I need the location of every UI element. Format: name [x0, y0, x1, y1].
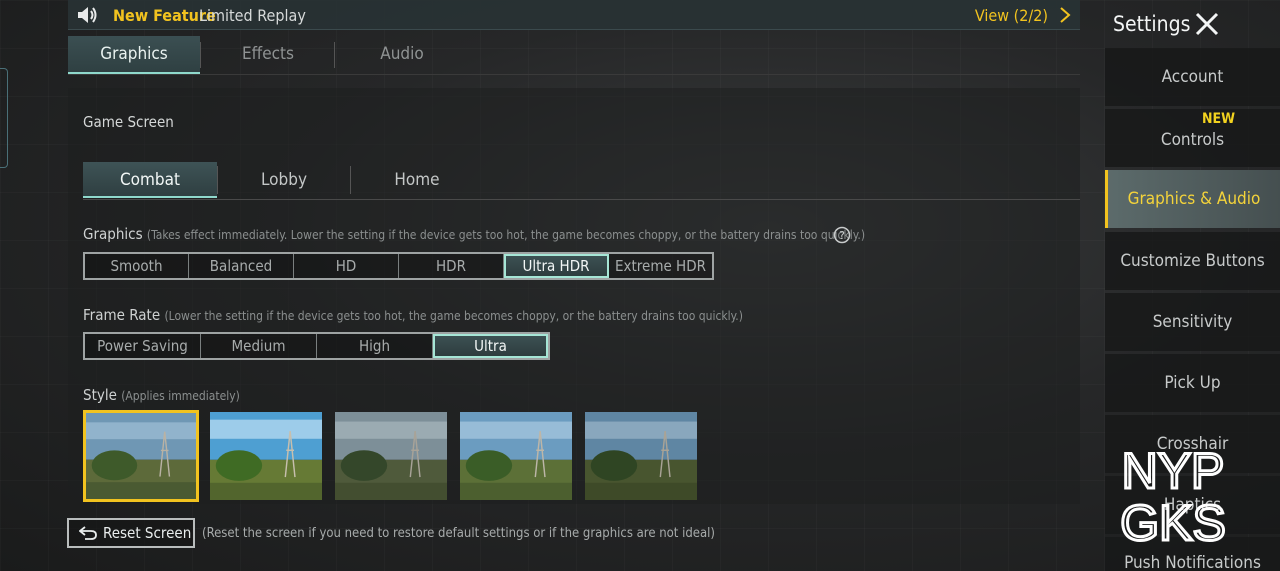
frame-rate-option-ultra[interactable]: Ultra — [433, 334, 548, 358]
sidebar-item-controls[interactable]: Controls — [1105, 109, 1280, 167]
style-hint: (Applies immediately) — [121, 389, 240, 403]
announcement-view-link[interactable]: View (2/2) — [975, 6, 1048, 25]
new-badge: NEW — [1202, 111, 1236, 127]
announcement-bar[interactable]: New Feature Limited Replay View (2/2) — [68, 0, 1080, 30]
sub-tab-combat[interactable]: Combat — [83, 162, 217, 198]
sidebar-item-account[interactable]: Account — [1105, 48, 1280, 106]
style-thumbnail-image — [585, 412, 697, 500]
style-thumbnail-image — [460, 412, 572, 500]
chevron-right-icon[interactable] — [1058, 6, 1072, 24]
sidebar-item-graphics-audio[interactable]: Graphics & Audio — [1105, 170, 1280, 228]
graphics-option-extreme-hdr[interactable]: Extreme HDR — [609, 254, 712, 278]
frame-rate-hint: (Lower the setting if the device gets to… — [164, 309, 743, 323]
frame-rate-option-power-saving[interactable]: Power Saving — [85, 334, 201, 358]
speaker-icon — [78, 7, 97, 23]
style-thumbnail[interactable] — [458, 410, 574, 502]
style-label-text: Style — [83, 386, 117, 404]
style-thumbnail[interactable] — [583, 410, 699, 502]
style-thumbnail-image — [86, 413, 196, 499]
sub-tab-lobby[interactable]: Lobby — [217, 162, 351, 198]
reset-screen-label: Reset Screen — [103, 524, 192, 542]
watermark-line-2: GKS — [1120, 495, 1226, 545]
frame-rate-label-text: Frame Rate — [83, 306, 161, 324]
frame-rate-option-high[interactable]: High — [317, 334, 433, 358]
style-thumbnail[interactable] — [333, 410, 449, 502]
frame-rate-selector: Power Saving Medium High Ultra — [83, 332, 550, 360]
svg-text:?: ? — [839, 229, 845, 242]
announcement-message: Limited Replay — [199, 6, 306, 25]
reset-hint: (Reset the screen if you need to restore… — [202, 526, 715, 541]
left-edge-handle[interactable] — [0, 68, 8, 168]
settings-title: Settings — [1113, 12, 1191, 36]
tab-separator — [334, 42, 335, 68]
graphics-quality-selector: Smooth Balanced HD HDR Ultra HDR Extreme… — [83, 252, 714, 280]
graphics-option-smooth[interactable]: Smooth — [85, 254, 189, 278]
help-icon[interactable]: ? — [833, 226, 851, 244]
screen-sub-tabs: Combat Lobby Home — [83, 162, 1080, 200]
graphics-option-balanced[interactable]: Balanced — [189, 254, 294, 278]
graphics-hint: (Takes effect immediately. Lower the set… — [146, 228, 866, 242]
sub-tab-home[interactable]: Home — [350, 162, 484, 198]
graphics-option-ultra-hdr[interactable]: Ultra HDR — [504, 254, 609, 278]
tab-separator — [200, 42, 201, 68]
close-icon[interactable] — [1194, 11, 1220, 37]
sidebar-item-sensitivity[interactable]: Sensitivity — [1105, 293, 1280, 351]
frame-rate-option-medium[interactable]: Medium — [201, 334, 317, 358]
style-thumbnail-image — [335, 412, 447, 500]
style-thumbnail[interactable] — [208, 410, 324, 502]
tab-audio[interactable]: Audio — [336, 36, 468, 74]
style-label: Style (Applies immediately) — [83, 386, 240, 404]
watermark-line-1: NYP — [1122, 443, 1225, 499]
top-tabs: Graphics Effects Audio — [68, 36, 1080, 76]
sidebar-item-customize-buttons[interactable]: Customize Buttons — [1105, 232, 1280, 290]
tabs-divider — [68, 74, 1080, 75]
graphics-option-hdr[interactable]: HDR — [399, 254, 504, 278]
graphics-option-hd[interactable]: HD — [294, 254, 399, 278]
graphics-label-text: Graphics — [83, 225, 143, 243]
sidebar-item-pick-up[interactable]: Pick Up — [1105, 354, 1280, 412]
style-thumbnail-image — [210, 412, 322, 500]
tab-effects[interactable]: Effects — [202, 36, 334, 74]
tab-graphics[interactable]: Graphics — [68, 36, 200, 74]
undo-icon — [79, 526, 97, 540]
sub-tabs-divider — [83, 199, 1080, 200]
frame-rate-label: Frame Rate (Lower the setting if the dev… — [83, 306, 743, 324]
section-title: Game Screen — [83, 113, 174, 131]
style-thumbnail[interactable] — [83, 410, 199, 502]
graphics-label: Graphics (Takes effect immediately. Lowe… — [83, 225, 865, 243]
reset-screen-button[interactable]: Reset Screen — [67, 518, 195, 548]
watermark-logo: NYP GKS — [1119, 442, 1228, 546]
